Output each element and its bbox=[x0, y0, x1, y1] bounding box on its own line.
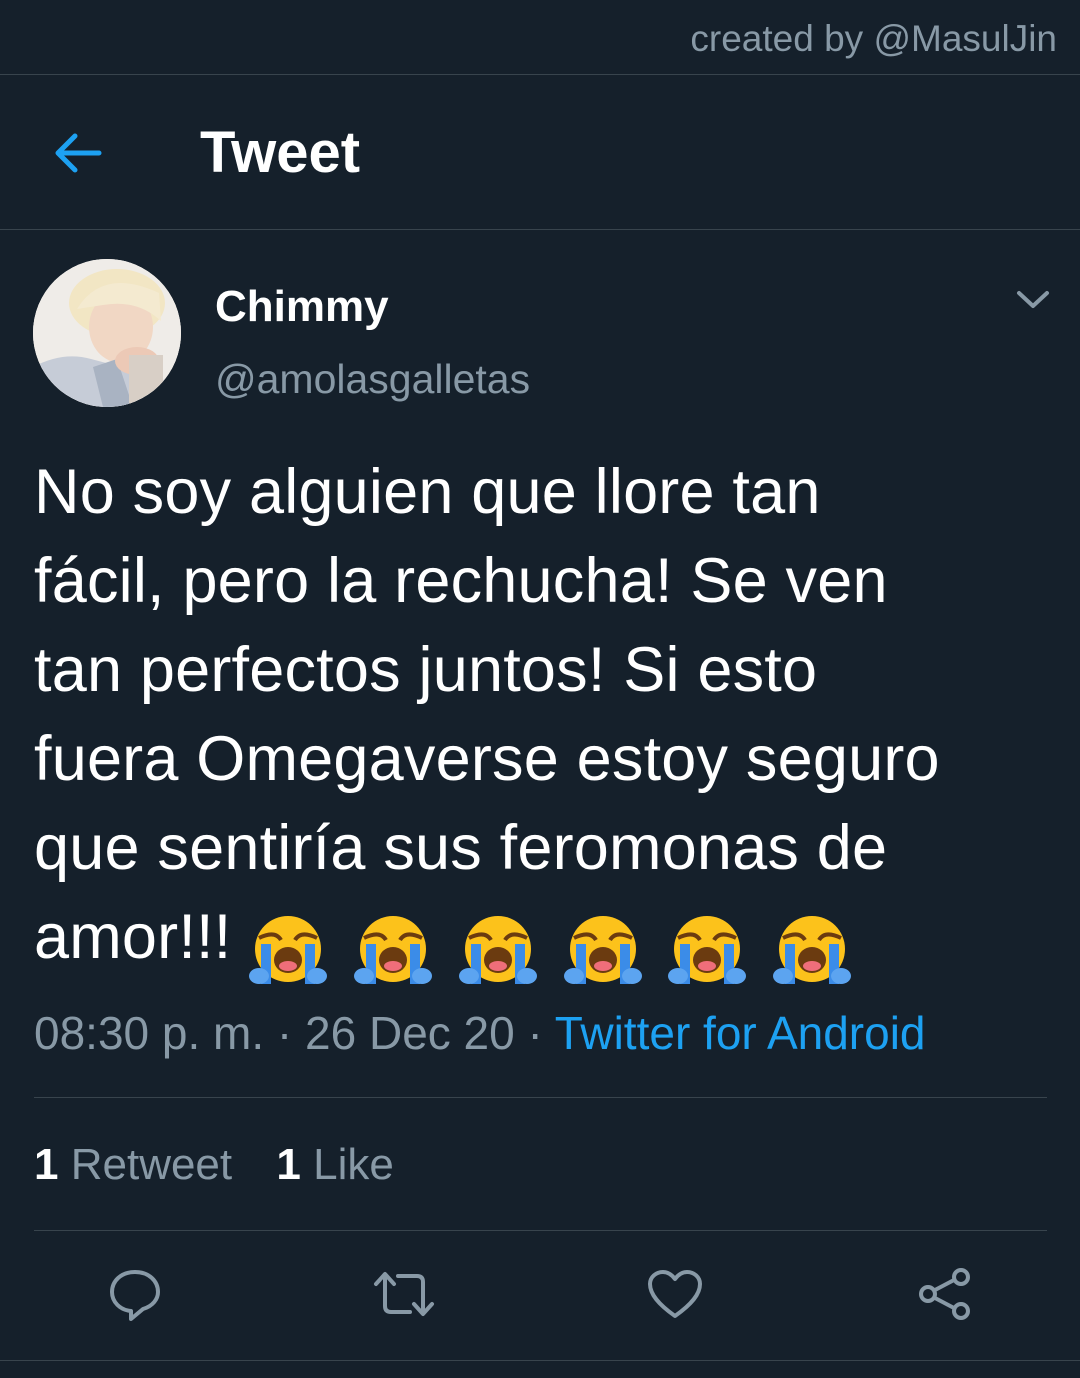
avatar-photo bbox=[33, 259, 181, 407]
divider bbox=[0, 1360, 1080, 1361]
like-count: 1 bbox=[276, 1140, 301, 1189]
emoji-group bbox=[247, 901, 858, 990]
tweet-line: tan perfectos juntos! Si esto bbox=[34, 635, 818, 705]
heart-icon bbox=[648, 1270, 702, 1318]
tweet-line: que sentiría sus feromonas de bbox=[34, 813, 888, 883]
tweet-line: fuera Omegaverse estoy seguro bbox=[34, 724, 940, 794]
retweets-stat[interactable]: 1 Retweet bbox=[34, 1140, 232, 1190]
share-icon bbox=[919, 1268, 970, 1320]
divider bbox=[34, 1097, 1047, 1098]
retweet-icon bbox=[374, 1272, 434, 1316]
tweet-line: amor!!! bbox=[34, 902, 232, 972]
loudly-crying-face-icon bbox=[668, 916, 747, 985]
share-button[interactable] bbox=[913, 1262, 977, 1326]
engagement-stats: 1 Retweet 1 Like bbox=[34, 1140, 394, 1190]
back-button[interactable] bbox=[46, 123, 110, 183]
creator-credit: created by @MasulJin bbox=[690, 18, 1057, 59]
tweet-last-line: amor!!! bbox=[34, 893, 1054, 990]
top-header: Tweet bbox=[0, 75, 1080, 230]
arrow-left-icon bbox=[55, 133, 102, 173]
tweet-line: fácil, pero la rechucha! Se ven bbox=[34, 546, 888, 616]
tweet-meta: 08:30 p. m. · 26 Dec 20 · Twitter for An… bbox=[34, 1006, 926, 1060]
tweet-source-link[interactable]: Twitter for Android bbox=[555, 1007, 926, 1059]
tweet-menu-button[interactable] bbox=[1007, 278, 1059, 322]
retweet-count: 1 bbox=[34, 1140, 59, 1189]
tweet-time: 08:30 p. m. bbox=[34, 1007, 265, 1059]
likes-stat[interactable]: 1 Like bbox=[276, 1140, 393, 1190]
loudly-crying-face-icon bbox=[249, 916, 328, 985]
credit-bar: created by @MasulJin bbox=[0, 0, 1080, 75]
loudly-crying-face-icon bbox=[563, 916, 642, 985]
author-handle[interactable]: @amolasgalletas bbox=[215, 356, 530, 402]
like-label: Like bbox=[313, 1140, 394, 1189]
loudly-crying-face-icon bbox=[458, 916, 537, 985]
tweet-date: 26 Dec 20 bbox=[305, 1007, 515, 1059]
author-display-name[interactable]: Chimmy bbox=[215, 283, 389, 331]
like-button[interactable] bbox=[643, 1262, 707, 1326]
divider bbox=[34, 1230, 1047, 1231]
reply-icon bbox=[110, 1270, 160, 1321]
reply-button[interactable] bbox=[103, 1262, 167, 1326]
avatar[interactable] bbox=[33, 259, 181, 407]
tweet-text: No soy alguien que llore tan fácil, pero… bbox=[34, 448, 1054, 990]
retweet-button[interactable] bbox=[372, 1262, 436, 1326]
meta-separator: · bbox=[276, 1007, 293, 1059]
loudly-crying-face-icon bbox=[354, 916, 433, 985]
loudly-crying-face-icon bbox=[773, 916, 852, 985]
page-title: Tweet bbox=[200, 120, 361, 185]
retweet-label: Retweet bbox=[70, 1140, 233, 1189]
tweet-line: No soy alguien que llore tan bbox=[34, 457, 821, 527]
chevron-down-icon bbox=[1017, 291, 1049, 308]
meta-separator: · bbox=[527, 1007, 543, 1059]
